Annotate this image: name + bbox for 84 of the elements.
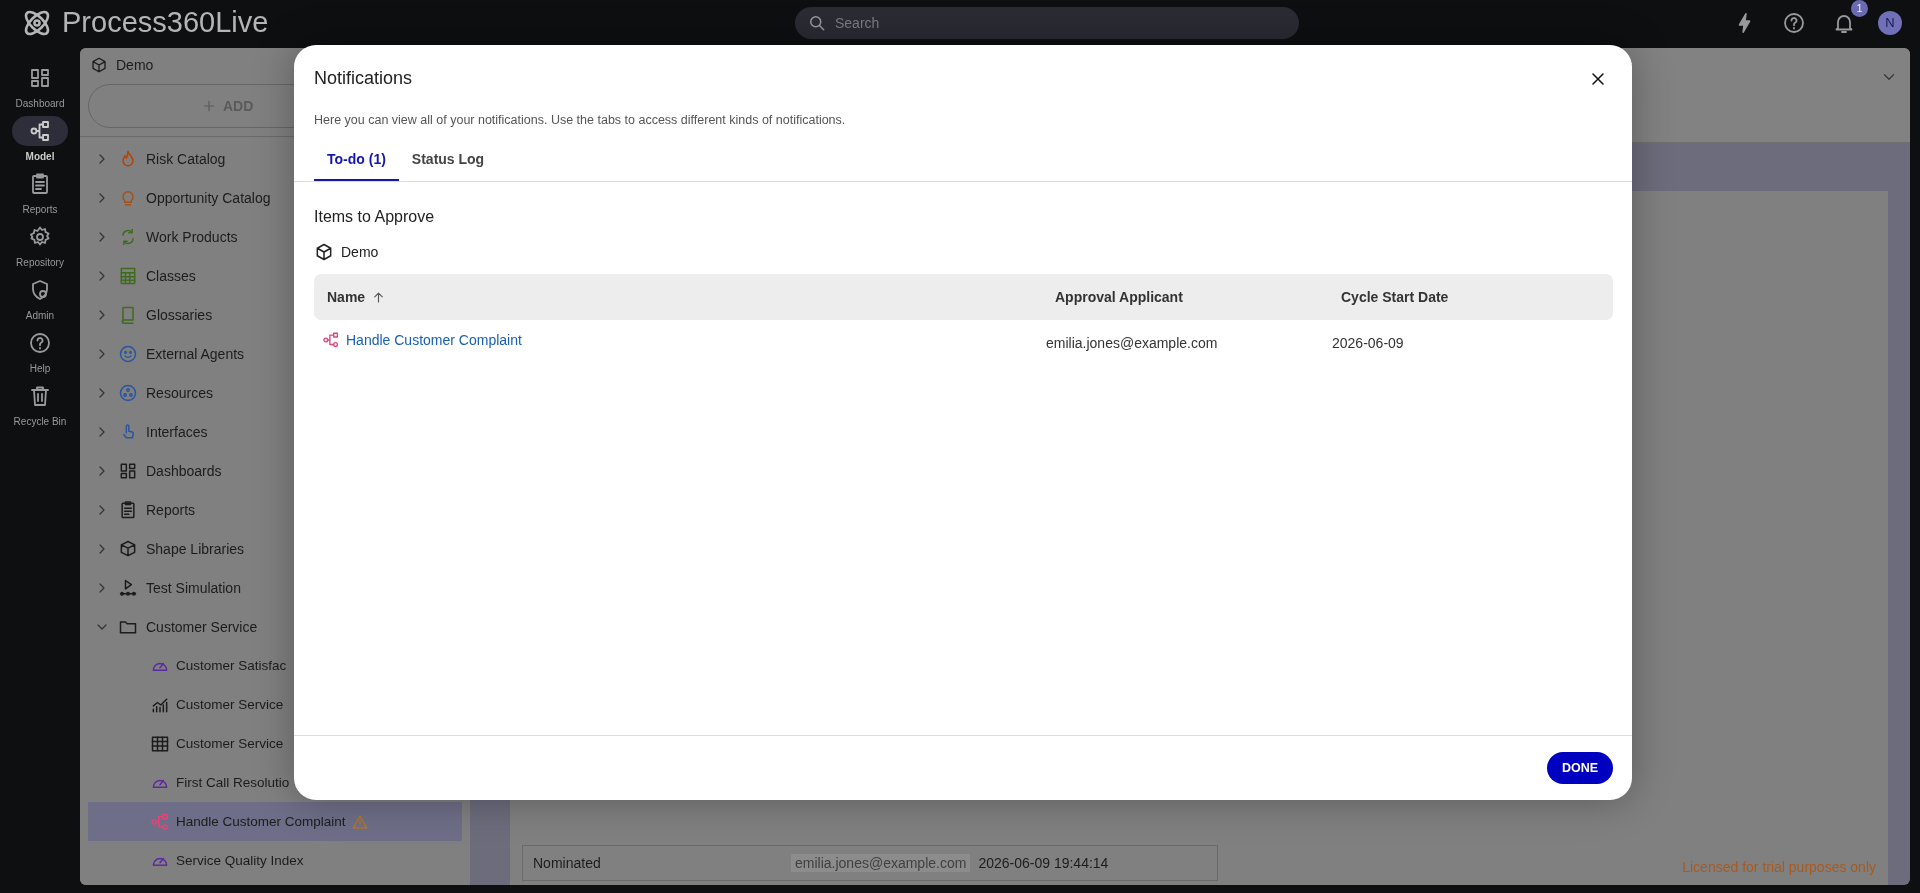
grid-icon xyxy=(118,265,138,286)
cube-icon xyxy=(90,56,108,74)
plus-icon xyxy=(201,98,217,114)
column-header[interactable]: Cycle Start Date xyxy=(1341,289,1449,305)
nav-label: Recycle Bin xyxy=(13,416,67,427)
tree-label: Interfaces xyxy=(146,423,208,440)
nav-label: Repository xyxy=(16,257,64,268)
tree-label: Risk Catalog xyxy=(146,150,226,167)
table-cell-text: 2026-06-09 xyxy=(1331,334,1405,351)
help-icon xyxy=(28,331,52,355)
nav-label: Help xyxy=(29,363,51,374)
model-name: Demo xyxy=(341,244,379,260)
nav-item[interactable]: Admin xyxy=(0,275,80,321)
item-link[interactable]: Handle Customer Complaint xyxy=(346,332,522,348)
tree-label: Resources xyxy=(146,384,213,401)
tree-label: Opportunity Catalog xyxy=(146,189,271,206)
column-header[interactable]: Approval Applicant xyxy=(1055,289,1183,305)
log-cell: emilia.jones@example.com xyxy=(791,854,971,872)
nav-label: Reports xyxy=(22,204,58,215)
smiley-icon xyxy=(118,343,138,364)
tree-label: Dashboards xyxy=(146,462,222,479)
tree-item[interactable]: Interfaces xyxy=(80,412,470,451)
tree-item[interactable]: Test Simulation xyxy=(80,568,470,607)
tree-label: Test Simulation xyxy=(146,579,241,596)
nav-item[interactable]: Help xyxy=(0,328,80,374)
done-button[interactable]: DONE xyxy=(1546,752,1613,784)
tab[interactable]: To-do (1) xyxy=(314,141,399,181)
avatar[interactable]: N xyxy=(1878,10,1902,35)
nav-item[interactable]: Dashboard xyxy=(0,63,80,109)
tree-item[interactable]: Customer Service xyxy=(88,685,462,724)
nav-item[interactable]: Model xyxy=(0,116,80,162)
log-cell-text: Nominated xyxy=(533,855,602,871)
help-button[interactable] xyxy=(1782,10,1806,35)
trash-icon xyxy=(28,384,52,408)
nav-label: Admin xyxy=(25,310,55,321)
tree-item[interactable]: First Call Resolutio xyxy=(88,763,462,802)
tree-item[interactable]: Service Quality Index xyxy=(88,841,462,880)
play-icon xyxy=(118,577,138,598)
help-icon xyxy=(1782,10,1806,35)
nav-item[interactable]: Repository xyxy=(0,222,80,268)
tree-label: Glossaries xyxy=(146,306,213,323)
search-field[interactable]: Search xyxy=(795,6,1299,39)
section-title: Items to Approve xyxy=(314,208,436,226)
app-logo: Process360Live xyxy=(62,6,269,39)
tree-item[interactable]: Reports xyxy=(80,490,470,529)
model-name: Demo xyxy=(116,57,154,73)
tree-label: Customer Service xyxy=(176,697,284,712)
tree-item[interactable]: Customer Service xyxy=(88,724,462,763)
tree-label: Customer Service xyxy=(176,736,284,751)
dots-circle-icon xyxy=(118,382,138,403)
flow-icon xyxy=(150,811,170,832)
tree-item[interactable]: Resources xyxy=(80,373,470,412)
tree-label: Customer Satisfac xyxy=(176,658,287,673)
cube-icon xyxy=(314,242,334,262)
table-cell-text: emilia.jones@example.com xyxy=(1045,334,1219,351)
flow-icon xyxy=(322,331,340,349)
tree-label: Reports xyxy=(146,501,196,518)
nav-item[interactable]: Reports xyxy=(0,169,80,215)
nav-label: Dashboard xyxy=(15,98,65,109)
tree-item[interactable]: Dashboards xyxy=(80,451,470,490)
tree-item[interactable]: Customer Service xyxy=(80,607,470,646)
notifications-button[interactable]: 1 xyxy=(1832,0,1868,35)
notification-badge: 1 xyxy=(1851,0,1868,17)
tab[interactable]: Status Log xyxy=(398,141,498,181)
clipboard-icon xyxy=(118,499,138,520)
tree-item[interactable]: Customer Satisfac xyxy=(88,646,462,685)
tree-item[interactable]: Handle Customer Complaint xyxy=(88,802,462,841)
nav-item[interactable]: Recycle Bin xyxy=(0,381,80,427)
tree-label: Customer Service xyxy=(146,618,258,635)
tree-label: Service Quality Index xyxy=(176,853,304,868)
tree-label: Shape Libraries xyxy=(146,540,245,557)
log-cell: 2026-06-09 19:44:14 xyxy=(978,855,1109,871)
tree-item[interactable]: Shape Libraries xyxy=(80,529,470,568)
box-icon xyxy=(118,538,138,559)
tree-label: Work Products xyxy=(146,228,238,245)
license-note: Licensed for trial purposes only xyxy=(1682,859,1877,877)
tree-label: External Agents xyxy=(146,345,245,362)
column-header[interactable]: Name xyxy=(327,289,366,305)
tree-label: Classes xyxy=(146,267,196,284)
dashboard-icon xyxy=(28,66,52,90)
nav-label: Model xyxy=(25,151,55,162)
tree-label: Handle Customer Complaint xyxy=(176,814,346,829)
flow-icon xyxy=(28,119,52,143)
tree-label: First Call Resolutio xyxy=(176,775,290,790)
